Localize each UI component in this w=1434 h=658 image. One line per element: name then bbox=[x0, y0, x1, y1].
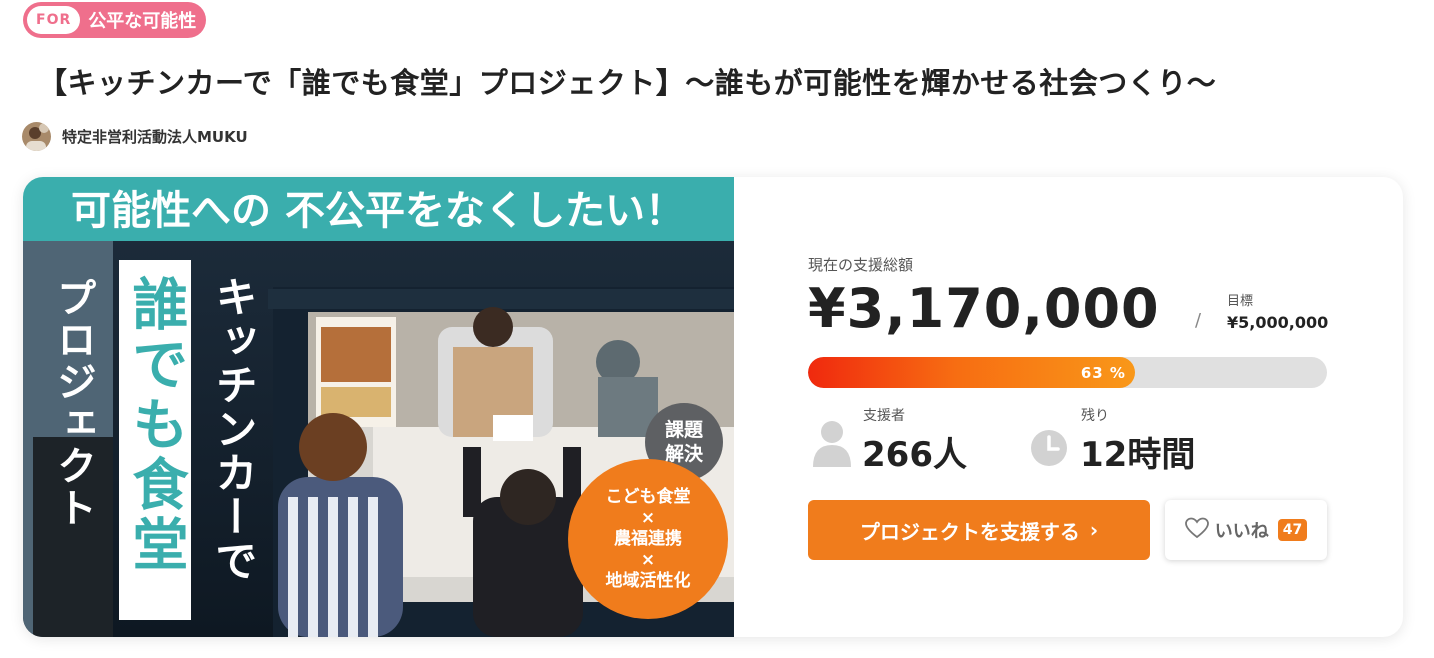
hero-badge-line: 農福連携 bbox=[614, 528, 682, 549]
remaining-label: 残り bbox=[1081, 408, 1109, 424]
hero-badge-line: 地域活性化 bbox=[605, 570, 691, 591]
clock-icon bbox=[1030, 429, 1068, 471]
organization-name: 特定非営利活動法人MUKU bbox=[62, 128, 248, 146]
tag-prefix: FOR bbox=[27, 6, 81, 34]
supporters-label: 支援者 bbox=[863, 408, 905, 424]
heart-icon bbox=[1184, 517, 1209, 543]
hero-badge-small-line1: 課題 bbox=[664, 419, 703, 441]
supporters-value: 266人 bbox=[862, 435, 967, 475]
funding-panel: 現在の支援総額 ¥3,170,000 / 目標 ¥5,000,000 63 % … bbox=[808, 177, 1348, 637]
hero-vertical-right: キッチンカーで bbox=[209, 275, 258, 583]
organization-link[interactable]: 特定非営利活動法人MUKU bbox=[22, 122, 248, 151]
hero-banner-text: 可能性への 不公平をなくしたい！ bbox=[71, 188, 685, 234]
remaining-value: 12時間 bbox=[1080, 435, 1196, 475]
project-card: 可能性への 不公平をなくしたい！ 誰でも食堂 プロジェクト キッチンカーで 課題… bbox=[23, 177, 1403, 637]
user-icon bbox=[813, 419, 851, 471]
like-label: いいね bbox=[1214, 521, 1269, 542]
support-project-button[interactable]: プロジェクトを支援する › bbox=[808, 500, 1150, 560]
organization-avatar bbox=[22, 122, 51, 151]
support-button-label: プロジェクトを支援する bbox=[859, 519, 1080, 544]
hero-badge-big: こども食堂 × 農福連携 × 地域活性化 bbox=[568, 459, 728, 619]
raised-amount: ¥3,170,000 bbox=[808, 277, 1160, 340]
project-title: 【キッチンカーで「誰でも食堂」プロジェクト】～誰もが可能性を輝かせる社会つくり～ bbox=[38, 66, 1217, 100]
raised-label: 現在の支援総額 bbox=[808, 256, 914, 274]
tag-label: 公平な可能性 bbox=[88, 11, 197, 32]
category-tag[interactable]: FOR 公平な可能性 bbox=[23, 2, 207, 38]
goal-separator: / bbox=[1195, 310, 1202, 331]
hero-badge-line: こども食堂 bbox=[605, 486, 691, 507]
project-hero-image[interactable]: 可能性への 不公平をなくしたい！ 誰でも食堂 プロジェクト キッチンカーで 課題… bbox=[23, 177, 734, 637]
hero-badge-line: × bbox=[640, 549, 656, 570]
hero-badge-line: × bbox=[640, 507, 656, 528]
goal-label: 目標 bbox=[1227, 294, 1254, 309]
like-count-badge: 47 bbox=[1277, 519, 1308, 541]
chevron-right-icon: › bbox=[1089, 518, 1099, 542]
goal-amount: ¥5,000,000 bbox=[1227, 313, 1329, 332]
hero-vertical-main: 誰でも食堂 bbox=[123, 275, 188, 575]
like-button[interactable]: いいね 47 bbox=[1165, 500, 1327, 560]
progress-fill: 63 % bbox=[808, 357, 1135, 388]
progress-bar: 63 % bbox=[808, 357, 1327, 388]
hero-vertical-left: プロジェクト bbox=[50, 277, 96, 529]
progress-percent: 63 % bbox=[1080, 363, 1126, 382]
